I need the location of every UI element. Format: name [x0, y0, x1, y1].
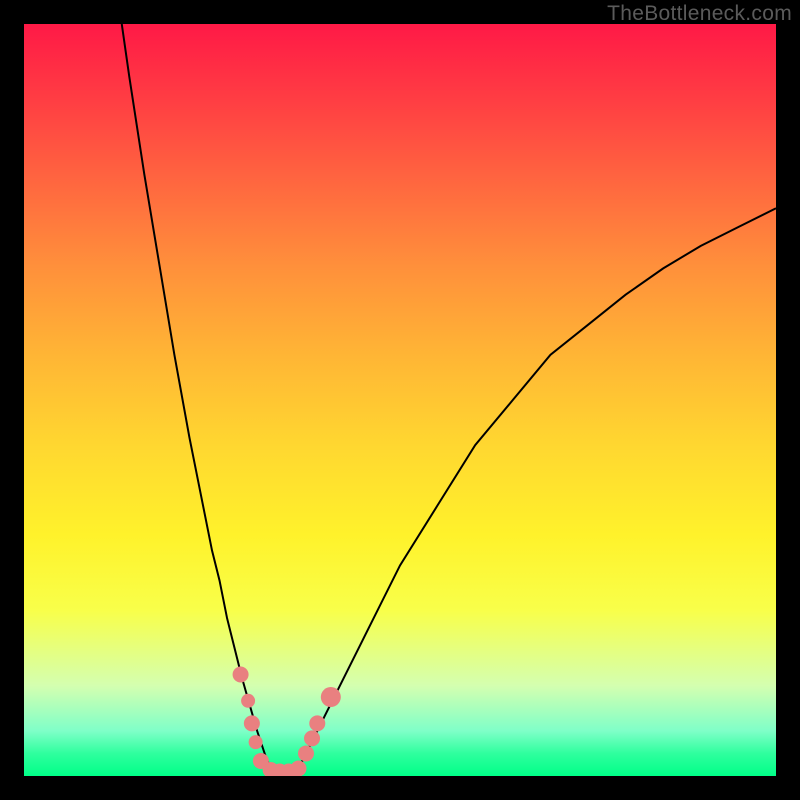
left-curve — [122, 24, 272, 772]
marker-dot — [249, 735, 263, 749]
marker-dot — [241, 694, 255, 708]
marker-dot — [304, 730, 320, 746]
marker-dot — [290, 760, 306, 776]
chart-svg — [24, 24, 776, 776]
marker-dot — [244, 715, 260, 731]
watermark-text: TheBottleneck.com — [607, 2, 792, 26]
chart-frame — [24, 24, 776, 776]
marker-dot — [298, 745, 314, 761]
marker-dot — [309, 715, 325, 731]
highlight-dots — [233, 666, 341, 776]
marker-dot — [321, 687, 341, 707]
marker-dot — [233, 666, 249, 682]
right-curve — [295, 208, 776, 772]
